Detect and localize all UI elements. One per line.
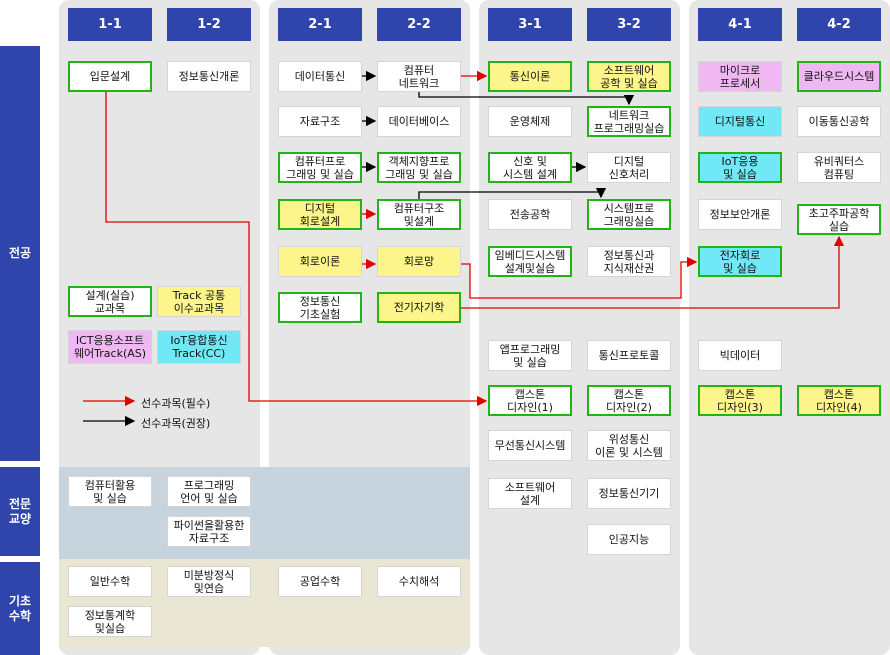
arrows-layer — [83, 70, 845, 427]
arrow-network-to-netprog — [418, 92, 635, 106]
arrow-network-to-electronic — [461, 256, 698, 299]
arrow-arch-to-sysprog — [418, 187, 607, 199]
arrow-intro-to-capstone1 — [105, 92, 488, 407]
